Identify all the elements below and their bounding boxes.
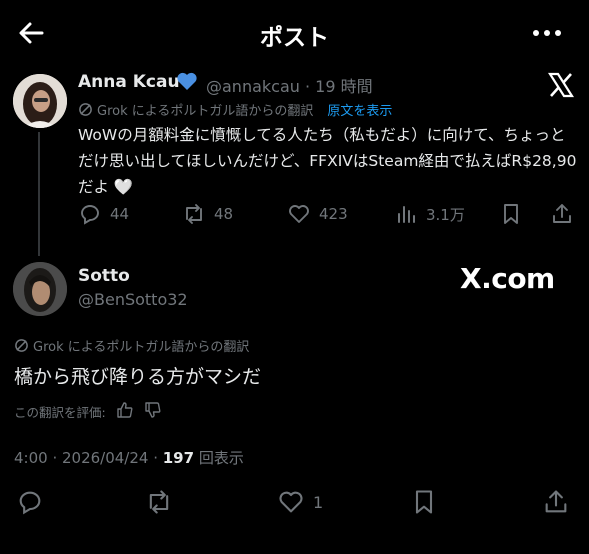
repost-icon: [186, 204, 202, 224]
share-button[interactable]: [550, 202, 574, 226]
thumbs-down-icon: [145, 402, 161, 418]
repost-icon: [149, 490, 169, 514]
author-handle[interactable]: @BenSotto32: [78, 290, 188, 309]
heart-icon: [289, 205, 309, 223]
views-suffix: 回表示: [194, 449, 244, 467]
reply-icon: [19, 491, 41, 515]
translation-note: Grok によるポルトガル語からの翻訳 原文を表示: [78, 100, 392, 119]
repost-button[interactable]: 48: [182, 202, 233, 226]
post-text: WoWの月額料金に憤慨してる人たち（私もだよ）に向けて、ちょっとだけ思い出してほ…: [78, 126, 577, 196]
share-button[interactable]: [542, 488, 570, 516]
reply-button[interactable]: 44: [78, 202, 129, 226]
thumbs-up-icon: [117, 402, 133, 418]
share-icon: [553, 204, 571, 223]
avatar-image: [13, 74, 67, 128]
repost-button[interactable]: [145, 488, 173, 516]
author-name[interactable]: Sotto: [78, 266, 130, 286]
reply-icon: [81, 205, 99, 225]
translation-label: Grok によるポルトガル語からの翻訳: [97, 104, 314, 119]
rate-translation: この翻訳を評価:: [14, 401, 162, 422]
more-button[interactable]: [530, 22, 564, 44]
bookmark-icon: [415, 490, 433, 514]
more-dots-icon: [533, 30, 561, 36]
timestamp: 4:00 · 2026/04/24 ·: [14, 449, 163, 467]
view-count: 197: [162, 449, 195, 467]
post-text: 橋から飛び降りる方がマシだ: [14, 366, 262, 388]
like-button[interactable]: 1: [277, 488, 323, 516]
share-icon: [545, 490, 567, 513]
repost-count: 48: [214, 205, 234, 223]
bar-chart-icon: [398, 206, 415, 223]
bookmark-button[interactable]: [499, 202, 523, 226]
rate-label: この翻訳を評価:: [14, 405, 106, 420]
grok-icon: [15, 339, 28, 352]
avatar[interactable]: [13, 262, 67, 316]
like-button[interactable]: 423: [287, 202, 348, 226]
reply-actions: 1: [0, 484, 589, 520]
like-count: 423: [319, 205, 348, 223]
views-count: 3.1万: [426, 205, 465, 224]
show-original-link[interactable]: 原文を表示: [327, 100, 392, 119]
thumbs-up-button[interactable]: [116, 401, 134, 422]
blue-heart-icon: [176, 71, 198, 91]
translation-label: Grok によるポルトガル語からの翻訳: [33, 340, 250, 355]
heart-icon: [279, 491, 303, 513]
grok-icon: [79, 103, 92, 116]
translation-note: Grok によるポルトガル語からの翻訳: [14, 336, 249, 355]
avatar[interactable]: [13, 74, 67, 128]
page-title: ポスト: [260, 25, 329, 51]
author-name[interactable]: Anna Kcau: [78, 72, 180, 92]
reply-button[interactable]: [16, 488, 44, 516]
thumbs-down-button[interactable]: [144, 401, 162, 422]
avatar-image: [13, 262, 67, 316]
bookmark-icon: [504, 204, 518, 224]
thread-line: [38, 132, 40, 256]
x-logo-icon: [547, 71, 575, 99]
parent-actions: 44 48 423 3.1万: [78, 202, 578, 230]
like-count: 1: [313, 492, 324, 512]
views-button[interactable]: 3.1万: [394, 202, 465, 226]
bookmark-button[interactable]: [410, 488, 438, 516]
author-handle[interactable]: @annakcau · 19 時間: [206, 73, 373, 97]
reply-count: 44: [110, 205, 130, 223]
post-meta: 4:00 · 2026/04/24 · 197 回表示: [14, 447, 244, 468]
xcom-watermark: X.com: [460, 262, 555, 295]
